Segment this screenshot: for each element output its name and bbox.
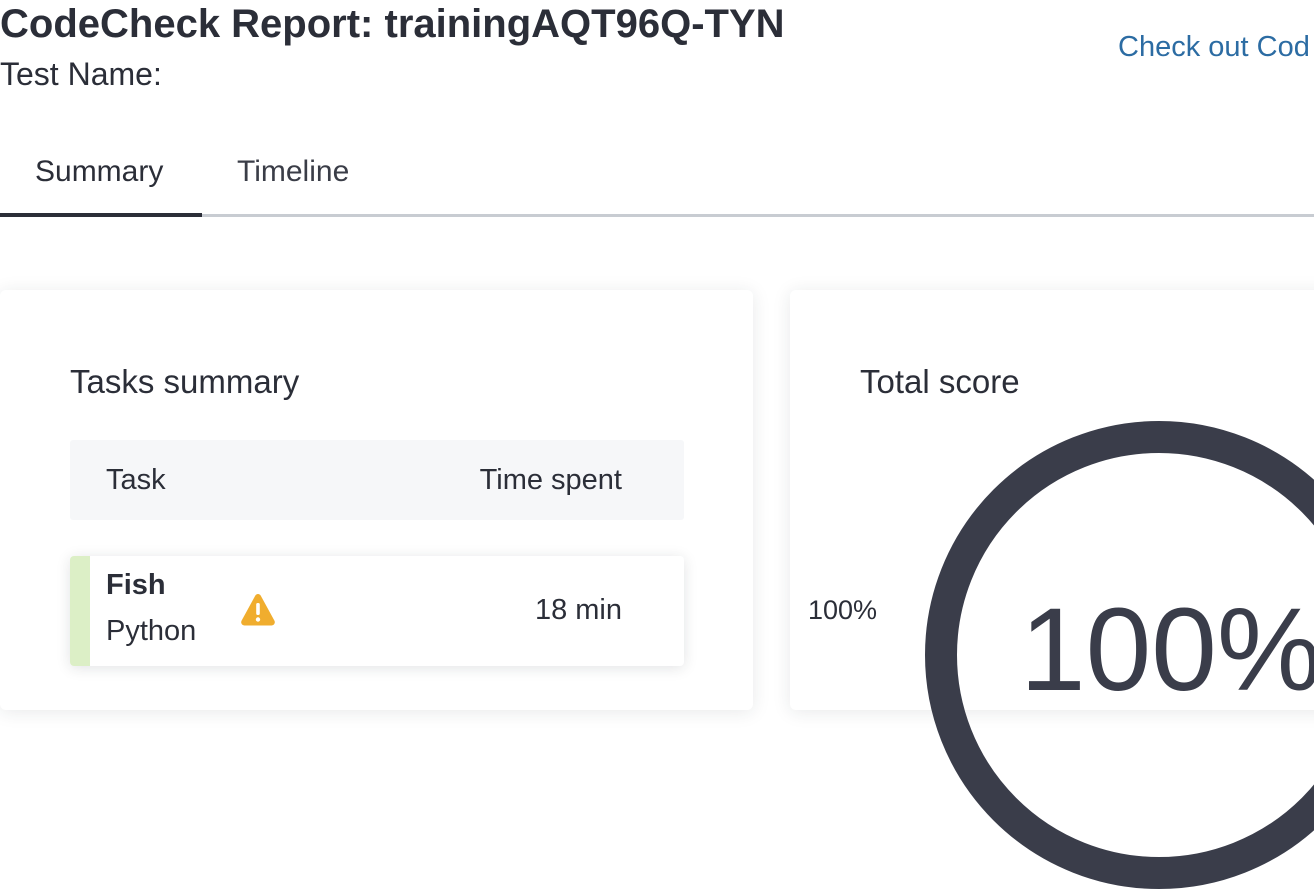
report-title: CodeCheck Report: trainingAQT96Q-TYN [0, 2, 785, 46]
tasks-summary-title: Tasks summary [70, 363, 300, 400]
column-header-time-spent: Time spent [479, 464, 622, 496]
report-tabs: Summary Timeline [0, 140, 1314, 218]
tasks-summary-panel: Tasks summary Task Time spent Fish Pytho… [0, 290, 753, 710]
total-score-value: 100% [1020, 584, 1314, 716]
total-score-panel: Total score 100% 100% [790, 290, 1314, 889]
table-row[interactable]: Fish Python 18 min [70, 556, 684, 666]
tab-timeline[interactable]: Timeline [237, 150, 349, 194]
test-name-label: Test Name: [0, 56, 162, 92]
total-score-title: Total score [860, 363, 1020, 400]
warning-triangle-icon [241, 594, 275, 626]
check-out-link[interactable]: Check out Cod [1118, 28, 1310, 66]
task-time-spent: 18 min [534, 594, 622, 626]
task-name: Fish [106, 569, 166, 601]
task-status-bar [70, 556, 90, 666]
tasks-table-header: Task Time spent [70, 440, 684, 520]
column-header-task: Task [106, 464, 166, 496]
tab-summary[interactable]: Summary [35, 150, 163, 194]
active-tab-indicator [0, 213, 202, 217]
task-language: Python [106, 615, 197, 647]
score-side-label: 100% [808, 595, 878, 625]
